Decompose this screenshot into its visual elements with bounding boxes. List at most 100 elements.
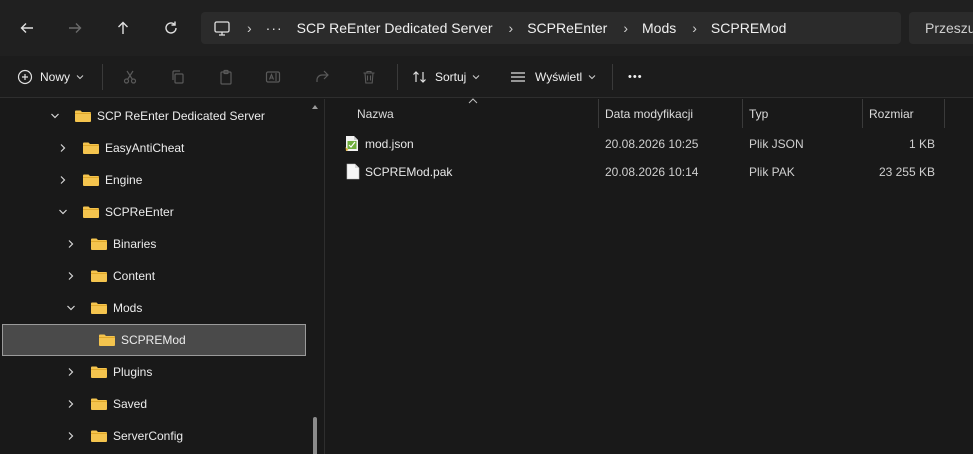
column-header-label: Data modyfikacji	[605, 106, 694, 121]
scroll-up-arrow-icon[interactable]	[311, 103, 319, 111]
file-type: Plik PAK	[749, 165, 795, 179]
address-bar[interactable]: › ··· SCP ReEnter Dedicated Server › SCP…	[201, 12, 901, 44]
share-button[interactable]	[314, 64, 330, 90]
tree-item-selected[interactable]: SCPREMod	[2, 324, 306, 356]
copy-button[interactable]	[170, 64, 186, 90]
folder-icon	[91, 302, 107, 314]
chevron-right-icon[interactable]	[66, 399, 76, 409]
list-view-icon	[511, 72, 525, 82]
column-divider[interactable]	[742, 99, 743, 128]
tree-item[interactable]: Binaries	[66, 228, 156, 260]
column-header-name[interactable]: Nazwa	[357, 99, 597, 128]
chevron-down-icon[interactable]	[58, 207, 68, 217]
delete-button[interactable]	[361, 64, 377, 90]
breadcrumb-overflow[interactable]: ···	[266, 20, 283, 36]
trash-icon	[363, 70, 375, 84]
column-divider[interactable]	[598, 99, 599, 128]
breadcrumb-item[interactable]: SCPReEnter	[527, 20, 607, 36]
folder-icon	[83, 142, 99, 154]
refresh-button[interactable]	[157, 14, 185, 42]
new-button[interactable]: Nowy	[17, 64, 84, 90]
chevron-right-icon: ›	[247, 20, 252, 36]
file-name: SCPREMod.pak	[365, 165, 453, 179]
folder-icon	[91, 430, 107, 442]
folder-icon	[91, 398, 107, 410]
tree-item[interactable]: Engine	[58, 164, 142, 196]
file-type: Plik JSON	[749, 137, 804, 151]
more-icon: •••	[628, 71, 643, 83]
tree-item[interactable]: Saved	[66, 388, 147, 420]
toolbar-divider	[612, 64, 613, 90]
chevron-down-icon[interactable]	[50, 111, 60, 121]
generic-file-icon	[346, 163, 360, 180]
folder-icon	[83, 174, 99, 186]
file-size: 23 255 KB	[878, 165, 935, 179]
column-divider[interactable]	[862, 99, 863, 128]
toolbar-divider	[102, 64, 103, 90]
file-list: Nazwa Data modyfikacji Typ Rozmiar mod.j…	[326, 98, 973, 454]
folder-icon	[83, 206, 99, 218]
column-header-size[interactable]: Rozmiar	[869, 99, 939, 128]
tree-item-label: Mods	[113, 301, 143, 315]
rename-icon	[265, 71, 281, 83]
scrollbar-thumb[interactable]	[313, 417, 317, 454]
forward-button[interactable]	[61, 14, 89, 42]
chevron-down-icon	[76, 75, 84, 80]
chevron-down-icon	[588, 75, 596, 80]
column-divider[interactable]	[944, 99, 945, 128]
column-header-type[interactable]: Typ	[749, 99, 861, 128]
chevron-right-icon[interactable]	[66, 431, 76, 441]
back-button[interactable]	[13, 14, 41, 42]
column-header-label: Rozmiar	[869, 106, 914, 121]
tree-item[interactable]: SCPReEnter	[58, 196, 174, 228]
chevron-down-icon	[473, 75, 480, 80]
cut-button[interactable]	[122, 64, 138, 90]
tree-item[interactable]: EasyAntiCheat	[58, 132, 184, 164]
chevron-right-icon[interactable]	[66, 271, 76, 281]
file-modified: 20.08.2026 10:14	[605, 165, 699, 179]
tree-item[interactable]: Plugins	[66, 356, 152, 388]
paste-button[interactable]	[218, 64, 234, 90]
arrow-right-icon	[69, 23, 82, 33]
breadcrumb-item[interactable]: Mods	[642, 20, 676, 36]
tree-item-label: SCPReEnter	[105, 205, 174, 219]
column-header-label: Typ	[749, 106, 769, 121]
column-header-modified[interactable]: Data modyfikacji	[605, 99, 743, 128]
sort-icon	[413, 71, 426, 83]
file-row[interactable]: SCPREMod.pak 20.08.2026 10:14 Plik PAK 2…	[326, 158, 973, 186]
tree-item-label: EasyAntiCheat	[105, 141, 185, 155]
tree-item[interactable]: SCP ReEnter Dedicated Server	[50, 100, 265, 132]
rename-button[interactable]	[265, 64, 281, 90]
arrow-left-icon	[20, 23, 33, 33]
tree-item-label: ServerConfig	[113, 429, 184, 443]
up-button[interactable]	[109, 14, 137, 42]
tree-item-label: SCP ReEnter Dedicated Server	[97, 109, 265, 123]
json-file-icon	[345, 136, 358, 151]
search-input[interactable]: Przeszukaj	[909, 12, 973, 44]
view-button[interactable]: Wyświetl	[510, 64, 596, 90]
refresh-icon	[165, 21, 177, 34]
command-bar	[0, 56, 973, 98]
view-label: Wyświetl	[535, 70, 583, 84]
tree-item[interactable]: Content	[66, 260, 155, 292]
tree-item[interactable]: ServerConfig	[66, 420, 183, 452]
breadcrumb-item[interactable]: SCPREMod	[711, 20, 786, 36]
file-row[interactable]: mod.json 20.08.2026 10:25 Plik JSON 1 KB	[326, 130, 973, 158]
folder-icon	[91, 270, 107, 282]
column-header-label: Nazwa	[357, 106, 394, 121]
computer-icon	[213, 19, 231, 37]
file-modified: 20.08.2026 10:25	[605, 137, 699, 151]
chevron-right-icon[interactable]	[58, 143, 68, 153]
more-options-button[interactable]: •••	[628, 64, 643, 90]
chevron-right-icon: ›	[623, 20, 629, 36]
chevron-right-icon[interactable]	[58, 175, 68, 185]
arrow-up-icon	[118, 21, 128, 34]
chevron-down-icon[interactable]	[66, 303, 76, 313]
sort-button[interactable]: Sortuj	[412, 64, 480, 90]
tree-item[interactable]: Mods	[66, 292, 142, 324]
breadcrumb-item[interactable]: SCP ReEnter Dedicated Server	[297, 20, 493, 36]
chevron-right-icon[interactable]	[66, 239, 76, 249]
chevron-right-icon[interactable]	[66, 367, 76, 377]
file-size: 1 KB	[908, 137, 935, 151]
navigation-bar: › ··· SCP ReEnter Dedicated Server › SCP…	[0, 0, 973, 56]
